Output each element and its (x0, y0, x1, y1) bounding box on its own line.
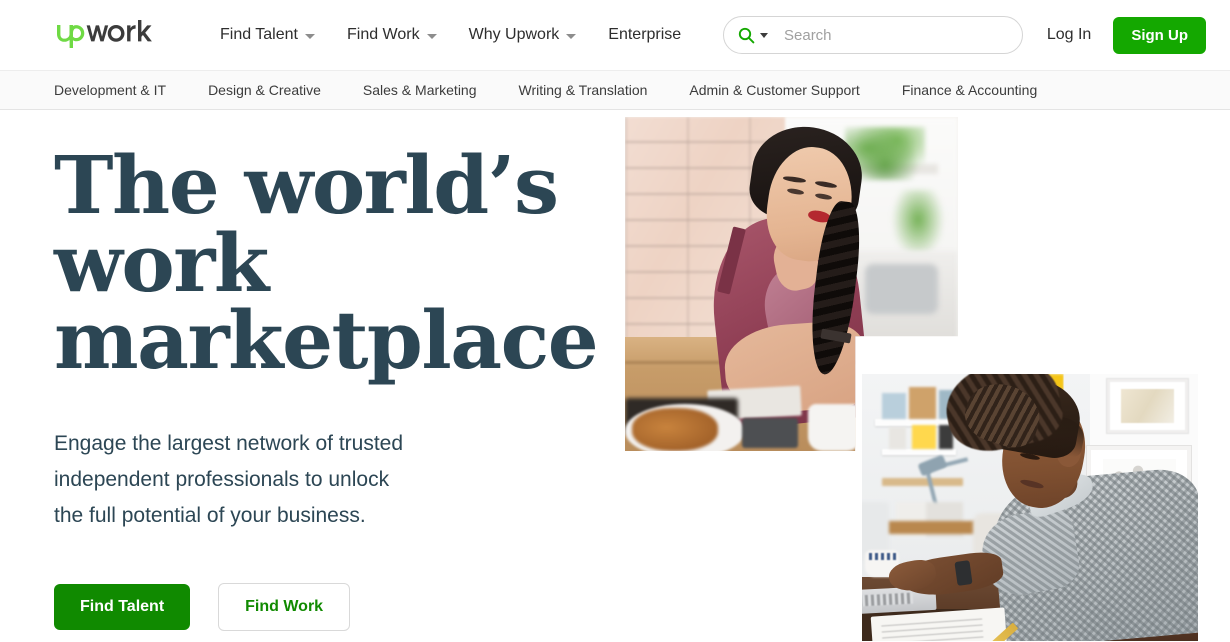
find-work-button[interactable]: Find Work (218, 583, 351, 632)
category-item-finance-accounting[interactable]: Finance & Accounting (902, 82, 1058, 98)
search-scope-selector[interactable] (738, 27, 768, 44)
category-item-design-creative[interactable]: Design & Creative (208, 82, 342, 98)
category-item-development-it[interactable]: Development & IT (54, 82, 187, 98)
hero-photo-man-at-desk (862, 374, 1198, 641)
upwork-logo[interactable] (54, 20, 162, 50)
search-input[interactable] (784, 26, 1008, 44)
nav-item-label: Find Work (346, 26, 420, 43)
chevron-down-icon (566, 33, 577, 39)
nav-item-find-talent[interactable]: Find Talent (204, 18, 331, 52)
category-nav: Development & IT Design & Creative Sales… (0, 70, 1230, 110)
category-item-admin-customer-support[interactable]: Admin & Customer Support (689, 82, 880, 98)
signup-button[interactable]: Sign Up (1113, 16, 1206, 54)
hero-subtitle: Engage the largest network of trusted in… (54, 431, 404, 527)
top-header: Find Talent Find Work Why Upwork Enterpr… (0, 0, 1230, 70)
login-link[interactable]: Log In (1035, 18, 1103, 52)
primary-nav: Find Talent Find Work Why Upwork Enterpr… (204, 18, 697, 52)
find-talent-button[interactable]: Find Talent (54, 584, 191, 631)
auth-group: Log In Sign Up (1035, 0, 1206, 70)
hero-title: The world’s work marketplace (54, 138, 599, 388)
upwork-logo-mark (57, 20, 152, 48)
chevron-down-icon (304, 33, 315, 39)
nav-item-label: Find Talent (220, 26, 298, 43)
category-item-writing-translation[interactable]: Writing & Translation (519, 82, 669, 98)
nav-item-label: Why Upwork (468, 26, 560, 43)
hero-section: The world’s work marketplace Engage the … (0, 110, 1230, 641)
nav-item-why-upwork[interactable]: Why Upwork (453, 18, 593, 52)
search-bar[interactable] (723, 16, 1023, 54)
nav-item-enterprise[interactable]: Enterprise (592, 18, 697, 52)
nav-item-find-work[interactable]: Find Work (331, 18, 453, 52)
photo-scene (862, 374, 1198, 641)
hero-cta-group: Find Talent Find Work (54, 583, 624, 632)
nav-item-label: Enterprise (608, 26, 682, 43)
chevron-down-icon (760, 32, 768, 38)
category-item-sales-marketing[interactable]: Sales & Marketing (363, 82, 498, 98)
chevron-down-icon (426, 33, 437, 39)
search-icon (738, 27, 755, 43)
hero-copy: The world’s work marketplace Engage the … (54, 138, 624, 632)
